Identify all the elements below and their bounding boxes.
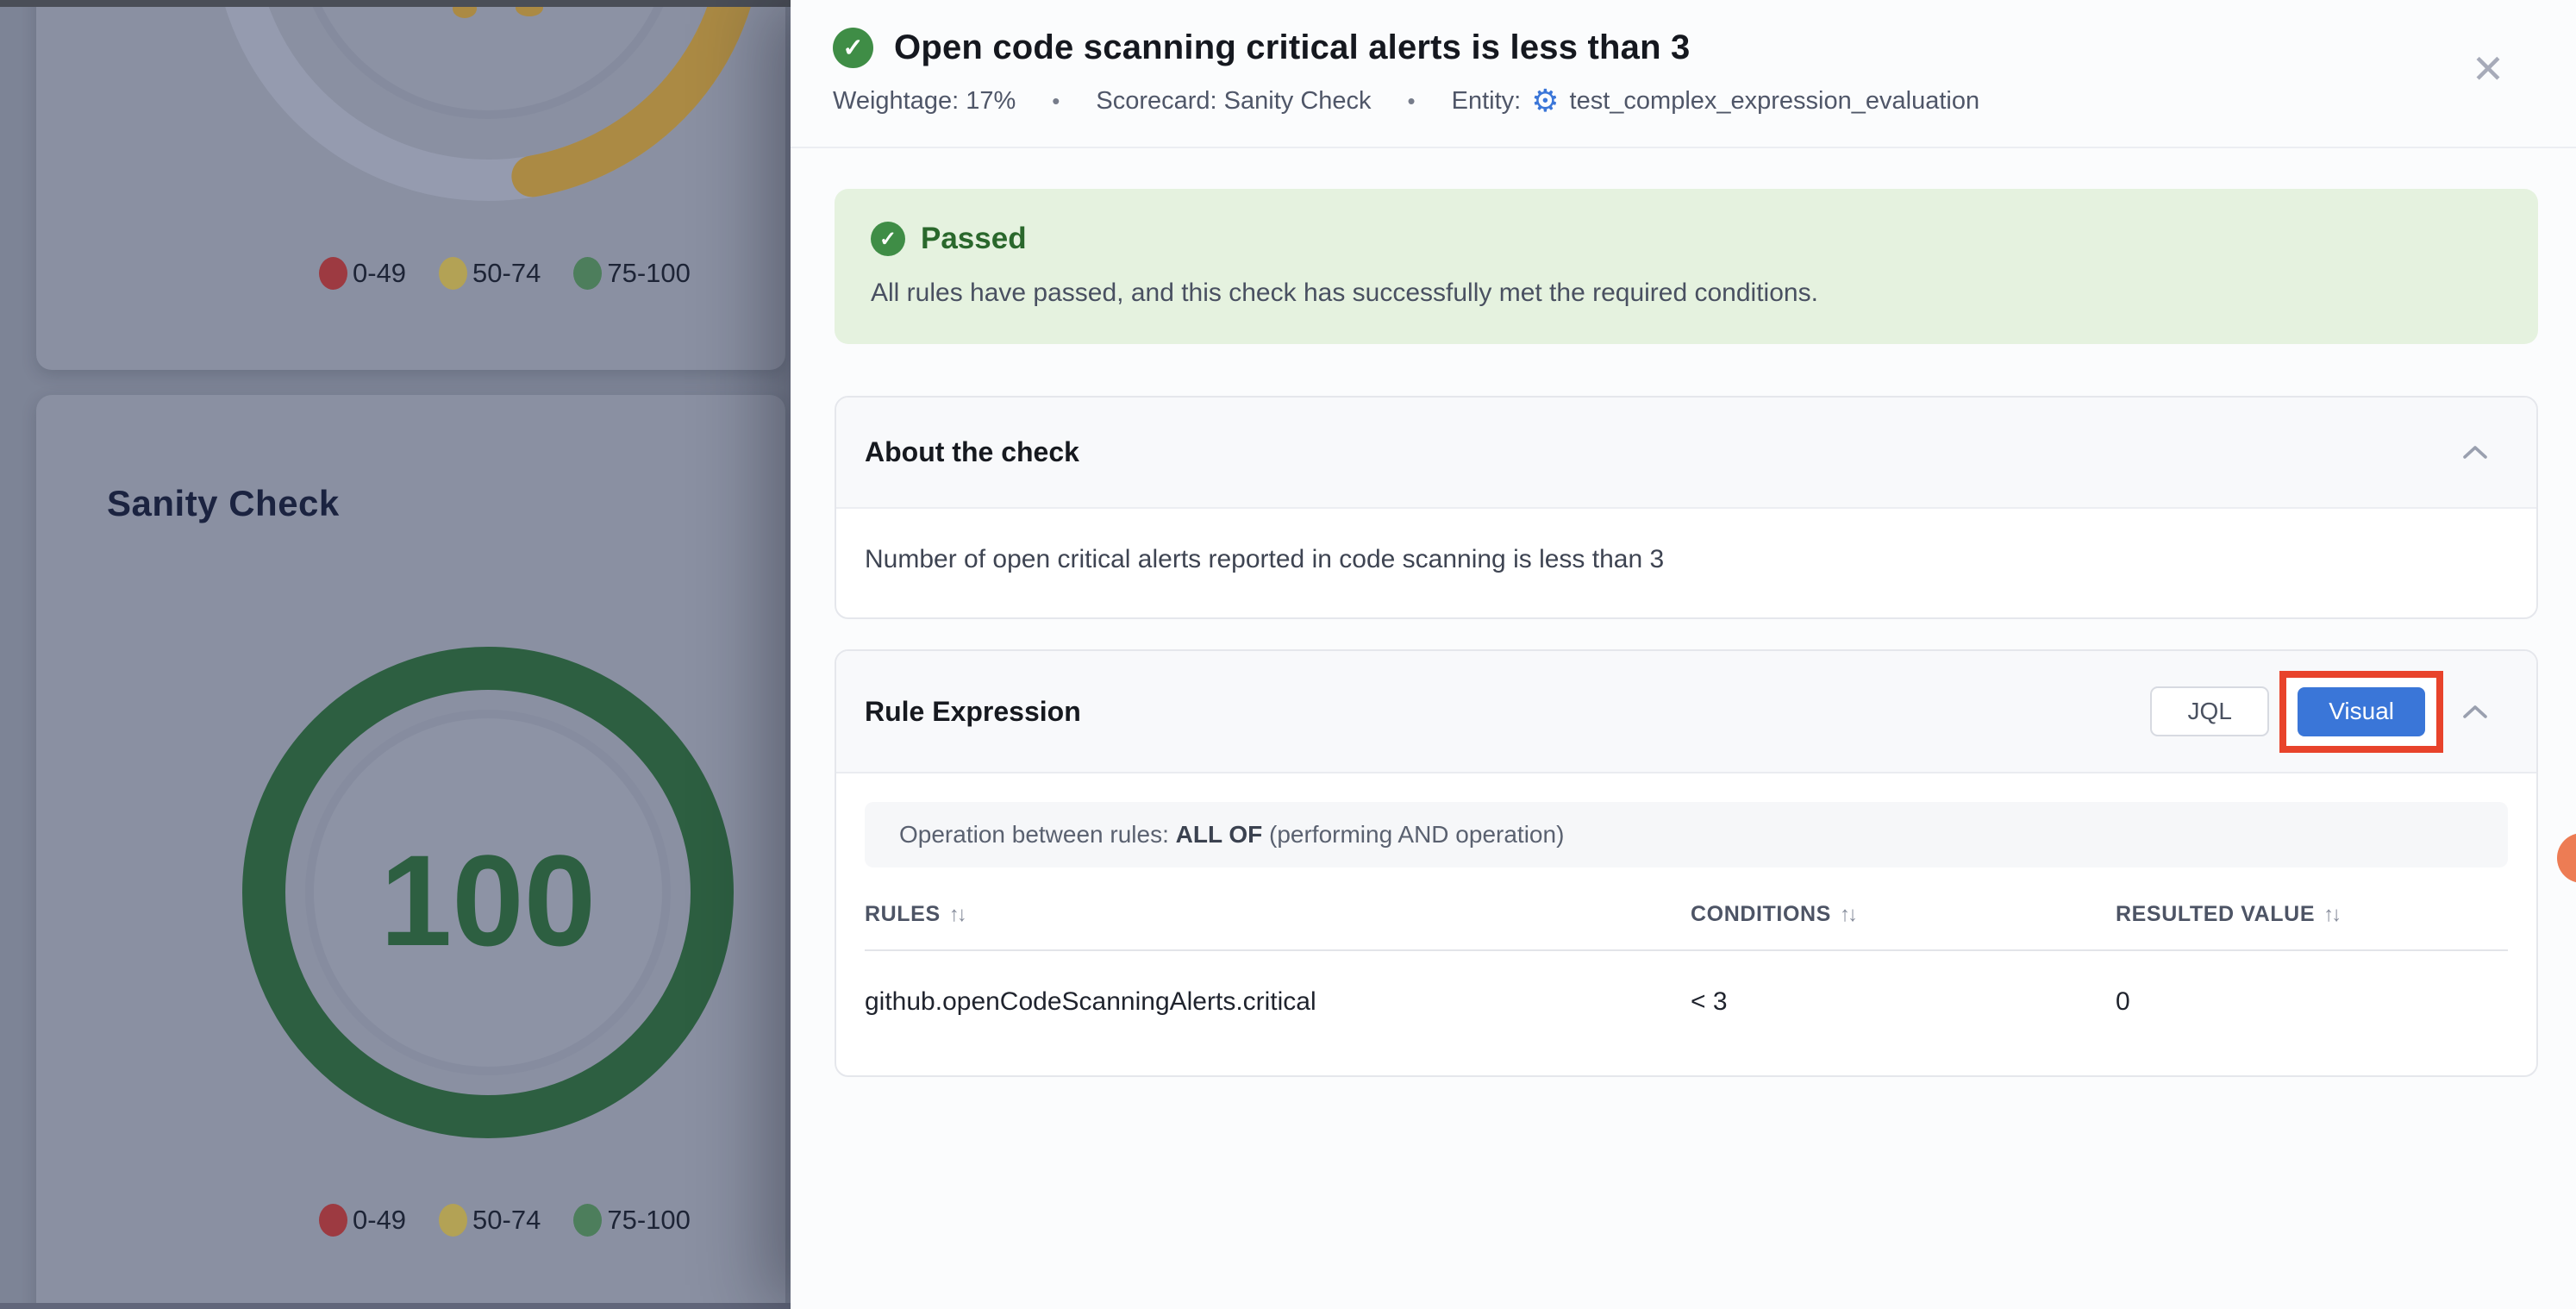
column-header-resulted-value[interactable]: RESULTED VALUE ↑↓: [2116, 902, 2508, 927]
check-details-drawer: ✓ Open code scanning critical alerts is …: [791, 0, 2576, 1309]
entity-group: Entity: ⚙ test_complex_expression_evalua…: [1452, 85, 1979, 116]
status-message: All rules have passed, and this check ha…: [871, 279, 2502, 308]
scorecard-card-sanity-check: Sanity Check 100 0-49 50-74 75-100: [36, 395, 785, 1309]
bullet-separator-icon: •: [1408, 88, 1416, 115]
gauge-legend: 0-49 50-74 75-100: [319, 1204, 691, 1237]
sort-icon[interactable]: ↑↓: [949, 903, 965, 927]
legend-label: 50-74: [472, 258, 541, 289]
table-header-row: RULES ↑↓ CONDITIONS ↑↓ RESULTED VALUE ↑↓: [865, 876, 2508, 951]
header-label: RESULTED VALUE: [2116, 902, 2315, 927]
weightage-text: Weightage: 17%: [833, 87, 1016, 116]
scorecard-card-top: 0-49 50-74 75-100: [36, 0, 785, 370]
check-meta-row: Weightage: 17% • Scorecard: Sanity Check…: [833, 85, 2576, 116]
status-title-row: ✓ Passed: [871, 222, 2502, 256]
visual-toggle-button[interactable]: Visual: [2298, 687, 2425, 736]
rule-header-controls: JQL Visual: [2150, 671, 2488, 753]
column-header-rules[interactable]: RULES ↑↓: [865, 902, 1691, 927]
resulted-value-cell: 0: [2116, 987, 2508, 1017]
legend-dot-yellow: [439, 1204, 467, 1237]
about-card-header[interactable]: About the check: [836, 398, 2536, 509]
gauge-chart-top: [36, 0, 785, 370]
dashboard-background-overlay: 0-49 50-74 75-100 Sanity Check 100: [0, 0, 791, 1309]
rule-card-title: Rule Expression: [865, 696, 1081, 728]
legend-item-high: 75-100: [573, 257, 691, 290]
status-title: Passed: [921, 222, 1027, 256]
header-label: CONDITIONS: [1691, 902, 1831, 927]
scorecard-text: Scorecard: Sanity Check: [1096, 87, 1371, 116]
legend-label: 0-49: [353, 1205, 406, 1236]
legend-label: 75-100: [607, 258, 691, 289]
close-button[interactable]: ✕: [2464, 45, 2512, 93]
rules-table: RULES ↑↓ CONDITIONS ↑↓ RESULTED VALUE ↑↓: [865, 876, 2508, 1067]
screen: 0-49 50-74 75-100 Sanity Check 100: [0, 0, 2576, 1309]
column-header-conditions[interactable]: CONDITIONS ↑↓: [1691, 902, 2116, 927]
operation-value: ALL OF: [1176, 821, 1263, 849]
gauge-value: 100: [350, 826, 626, 975]
scorecard-title: Sanity Check: [107, 483, 340, 524]
legend-dot-yellow: [439, 257, 467, 290]
legend-dot-red: [319, 1204, 347, 1237]
gauge-legend: 0-49 50-74 75-100: [319, 257, 691, 290]
operation-suffix: (performing AND operation): [1262, 821, 1564, 849]
legend-label: 75-100: [607, 1205, 691, 1236]
check-passed-icon: ✓: [833, 28, 873, 68]
legend-item-high: 75-100: [573, 1204, 691, 1237]
rule-card-header: Rule Expression JQL Visual: [836, 651, 2536, 774]
legend-item-mid: 50-74: [439, 1204, 541, 1237]
table-row: github.openCodeScanningAlerts.critical <…: [865, 951, 2508, 1067]
page-bottom-edge: [0, 1303, 791, 1309]
about-the-check-card: About the check Number of open critical …: [835, 396, 2538, 619]
entity-label: Entity:: [1452, 87, 1522, 116]
sort-icon[interactable]: ↑↓: [2323, 903, 2339, 927]
red-annotation-highlight: Visual: [2279, 671, 2443, 753]
legend-dot-green: [573, 257, 602, 290]
chevron-up-icon[interactable]: [2462, 445, 2488, 460]
legend-item-low: 0-49: [319, 1204, 406, 1237]
sort-icon[interactable]: ↑↓: [1840, 903, 1855, 927]
check-passed-icon: ✓: [871, 222, 905, 256]
title-row: ✓ Open code scanning critical alerts is …: [833, 28, 2576, 68]
legend-dot-green: [573, 1204, 602, 1237]
drawer-header: ✓ Open code scanning critical alerts is …: [791, 0, 2576, 148]
drawer-body: ✓ Passed All rules have passed, and this…: [791, 148, 2576, 1077]
header-label: RULES: [865, 902, 941, 927]
rule-expression-card: Rule Expression JQL Visual Operation bet…: [835, 649, 2538, 1077]
about-card-title: About the check: [865, 436, 1079, 468]
check-title: Open code scanning critical alerts is le…: [894, 28, 1690, 67]
chevron-up-icon[interactable]: [2462, 705, 2488, 719]
entity-gear-icon: ⚙: [1531, 85, 1559, 116]
operation-between-rules-strip: Operation between rules: ALL OF (perform…: [865, 802, 2508, 867]
operation-prefix: Operation between rules:: [899, 821, 1176, 849]
condition-cell: < 3: [1691, 987, 2116, 1017]
page-top-edge: [0, 0, 791, 7]
rule-cell: github.openCodeScanningAlerts.critical: [865, 987, 1691, 1017]
rule-card-body: Operation between rules: ALL OF (perform…: [836, 774, 2536, 1075]
jql-toggle-button[interactable]: JQL: [2150, 686, 2269, 736]
about-card-body: Number of open critical alerts reported …: [836, 509, 2536, 617]
bullet-separator-icon: •: [1052, 88, 1060, 115]
entity-name-link[interactable]: test_complex_expression_evaluation: [1570, 87, 1980, 116]
passed-status-banner: ✓ Passed All rules have passed, and this…: [835, 189, 2538, 344]
legend-dot-red: [319, 257, 347, 290]
legend-label: 0-49: [353, 258, 406, 289]
legend-item-mid: 50-74: [439, 257, 541, 290]
legend-label: 50-74: [472, 1205, 541, 1236]
legend-item-low: 0-49: [319, 257, 406, 290]
